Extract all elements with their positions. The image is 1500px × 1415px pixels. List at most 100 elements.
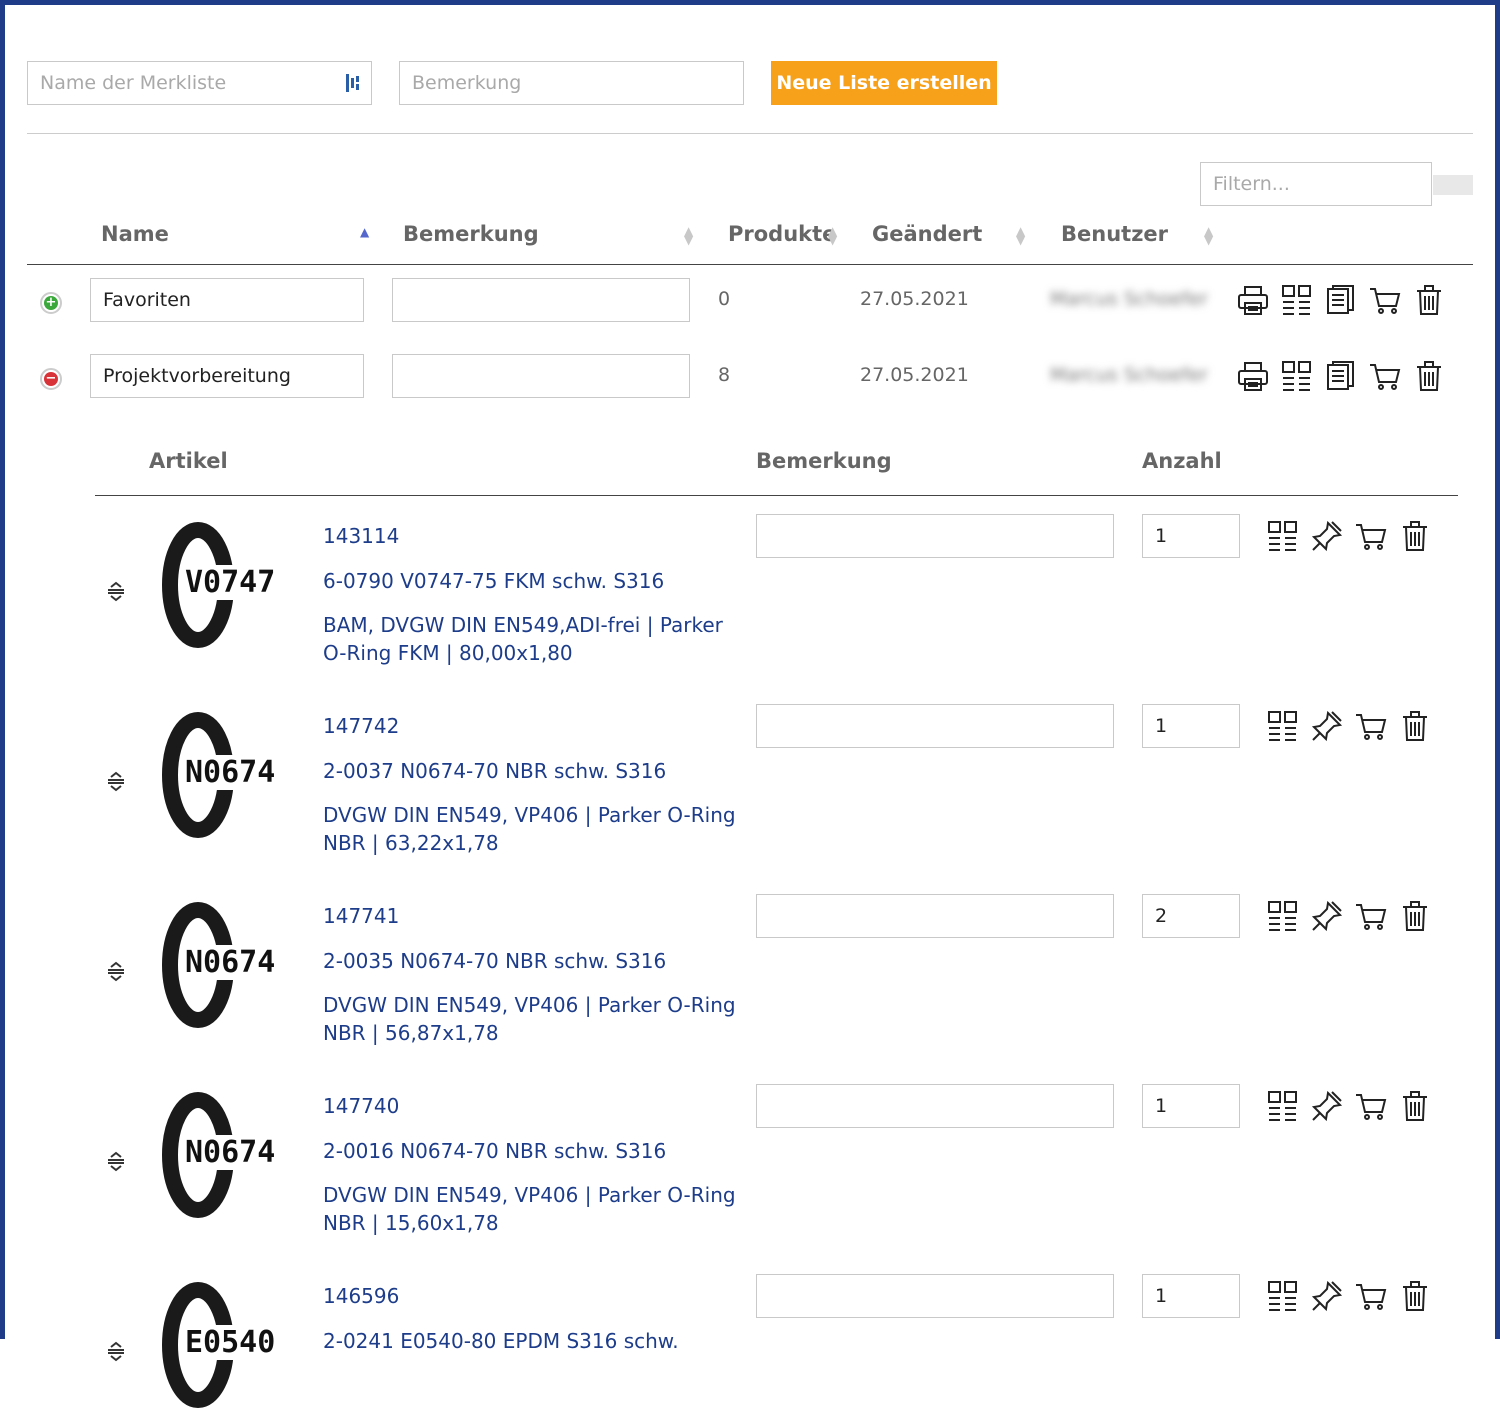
changed-date: 27.05.2021: [860, 364, 969, 386]
article-description[interactable]: DVGW DIN EN549, VP406 | Parker O-Ring: [323, 1183, 736, 1207]
quantity-value: 2: [1155, 905, 1168, 927]
article-title-link[interactable]: 2-0016 N0674-70 NBR schw. S316: [323, 1139, 666, 1163]
sort-icon[interactable]: ▲ ▼: [1204, 225, 1213, 246]
list-remark-field[interactable]: [392, 354, 690, 398]
qr-list-icon[interactable]: [1266, 1279, 1300, 1313]
quantity-value: 1: [1155, 1095, 1168, 1117]
table-divider: [27, 264, 1473, 265]
article-title-link[interactable]: 2-0037 N0674-70 NBR schw. S316: [323, 759, 666, 783]
qr-list-icon[interactable]: [1280, 359, 1314, 393]
quantity-input[interactable]: 1: [1142, 1084, 1240, 1128]
qr-list-icon[interactable]: [1266, 709, 1300, 743]
user-name: Marcus Schoefer: [1050, 364, 1208, 386]
pin-icon[interactable]: [1310, 519, 1344, 553]
drag-handle-icon[interactable]: [105, 770, 127, 797]
item-remark-input[interactable]: [756, 1084, 1114, 1128]
pin-icon[interactable]: [1310, 1279, 1344, 1313]
cart-icon[interactable]: [1368, 359, 1402, 393]
create-list-button[interactable]: Neue Liste erstellen: [771, 61, 997, 105]
header-name[interactable]: Name: [101, 222, 169, 246]
article-number-link[interactable]: 143114: [323, 524, 399, 548]
pin-icon[interactable]: [1310, 899, 1344, 933]
article-number-link[interactable]: 147740: [323, 1094, 399, 1118]
quantity-input[interactable]: 2: [1142, 894, 1240, 938]
drag-handle-icon[interactable]: [105, 580, 127, 607]
article-number-link[interactable]: 147742: [323, 714, 399, 738]
quantity-input[interactable]: 1: [1142, 1274, 1240, 1318]
article-description[interactable]: NBR | 56,87x1,78: [323, 1021, 499, 1045]
item-remark-input[interactable]: [756, 514, 1114, 558]
article-description[interactable]: DVGW DIN EN549, VP406 | Parker O-Ring: [323, 803, 736, 827]
scroll-stub: [1433, 175, 1473, 195]
cart-icon[interactable]: [1354, 899, 1388, 933]
article-description[interactable]: NBR | 15,60x1,78: [323, 1211, 499, 1235]
trash-icon[interactable]: [1412, 359, 1446, 393]
trash-icon[interactable]: [1398, 899, 1432, 933]
article-description[interactable]: NBR | 63,22x1,78: [323, 831, 499, 855]
sort-asc-icon[interactable]: ▲: [360, 225, 369, 239]
drag-handle-icon[interactable]: [105, 1340, 127, 1367]
sort-icon[interactable]: ▲ ▼: [1016, 225, 1025, 246]
divider: [27, 133, 1473, 134]
pin-icon[interactable]: [1310, 709, 1344, 743]
quantity-input[interactable]: 1: [1142, 704, 1240, 748]
document-copy-icon[interactable]: [1324, 283, 1358, 317]
cart-icon[interactable]: [1354, 519, 1388, 553]
quantity-input[interactable]: 1: [1142, 514, 1240, 558]
document-copy-icon[interactable]: [1324, 359, 1358, 393]
product-image[interactable]: V0747: [153, 515, 293, 655]
cart-icon[interactable]: [1354, 1089, 1388, 1123]
product-image[interactable]: N0674: [153, 895, 293, 1035]
password-manager-icon[interactable]: [345, 73, 361, 93]
article-description[interactable]: O-Ring FKM | 80,00x1,80: [323, 641, 573, 665]
header-products[interactable]: Produkte: [728, 222, 836, 246]
cart-icon[interactable]: [1354, 709, 1388, 743]
qr-list-icon[interactable]: [1266, 519, 1300, 553]
drag-handle-icon[interactable]: [105, 960, 127, 987]
item-remark-input[interactable]: [756, 704, 1114, 748]
article-title-link[interactable]: 2-0241 E0540-80 EPDM S316 schw.: [323, 1329, 679, 1353]
trash-icon[interactable]: [1412, 283, 1446, 317]
list-remark-field[interactable]: [392, 278, 690, 322]
products-count: 8: [718, 364, 731, 386]
product-image[interactable]: N0674: [153, 705, 293, 845]
expand-button[interactable]: +: [40, 292, 62, 314]
list-remark-input[interactable]: Bemerkung: [399, 61, 744, 105]
header-item-remark: Bemerkung: [756, 449, 892, 473]
article-title-link[interactable]: 6-0790 V0747-75 FKM schw. S316: [323, 569, 664, 593]
item-remark-input[interactable]: [756, 1274, 1114, 1318]
header-changed[interactable]: Geändert: [872, 222, 982, 246]
list-name-input[interactable]: Name der Merkliste: [27, 61, 372, 105]
printer-icon[interactable]: [1236, 283, 1270, 317]
trash-icon[interactable]: [1398, 519, 1432, 553]
sort-icon[interactable]: ▲ ▼: [828, 225, 837, 246]
printer-icon[interactable]: [1236, 359, 1270, 393]
list-name-field[interactable]: Favoriten: [90, 278, 364, 322]
cart-icon[interactable]: [1354, 1279, 1388, 1313]
cart-icon[interactable]: [1368, 283, 1402, 317]
qr-list-icon[interactable]: [1266, 899, 1300, 933]
list-name-field[interactable]: Projektvorbereitung: [90, 354, 364, 398]
item-remark-input[interactable]: [756, 894, 1114, 938]
drag-handle-icon[interactable]: [105, 1150, 127, 1177]
quantity-value: 1: [1155, 1285, 1168, 1307]
product-image[interactable]: E0540: [153, 1275, 293, 1415]
header-user[interactable]: Benutzer: [1061, 222, 1168, 246]
user-name: Marcus Schoefer: [1050, 288, 1208, 310]
article-description[interactable]: BAM, DVGW DIN EN549,ADI-frei | Parker: [323, 613, 723, 637]
qr-list-icon[interactable]: [1280, 283, 1314, 317]
article-number-link[interactable]: 146596: [323, 1284, 399, 1308]
article-title-link[interactable]: 2-0035 N0674-70 NBR schw. S316: [323, 949, 666, 973]
trash-icon[interactable]: [1398, 709, 1432, 743]
pin-icon[interactable]: [1310, 1089, 1344, 1123]
trash-icon[interactable]: [1398, 1279, 1432, 1313]
sort-icon[interactable]: ▲ ▼: [684, 225, 693, 246]
qr-list-icon[interactable]: [1266, 1089, 1300, 1123]
article-description[interactable]: DVGW DIN EN549, VP406 | Parker O-Ring: [323, 993, 736, 1017]
article-number-link[interactable]: 147741: [323, 904, 399, 928]
filter-input[interactable]: Filtern...: [1200, 162, 1432, 206]
product-image[interactable]: N0674: [153, 1085, 293, 1225]
trash-icon[interactable]: [1398, 1089, 1432, 1123]
header-remark[interactable]: Bemerkung: [403, 222, 539, 246]
collapse-button[interactable]: −: [40, 368, 62, 390]
